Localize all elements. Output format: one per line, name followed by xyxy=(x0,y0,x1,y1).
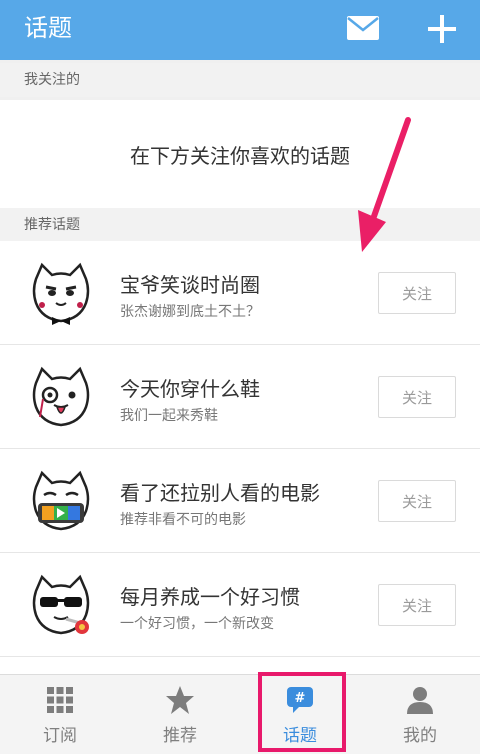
topic-bubble-icon: # xyxy=(287,687,313,713)
cat-bowtie-avatar-icon xyxy=(32,262,90,325)
topic-description: 一个好习惯，一个新改变 xyxy=(120,616,274,632)
page-title: 话题 xyxy=(24,14,72,42)
follow-button[interactable]: 关注 xyxy=(378,480,456,522)
topic-row[interactable]: 看了还拉别人看的电影 推荐非看不可的电影 关注 xyxy=(0,449,480,553)
tab-recommend[interactable]: 推荐 xyxy=(120,675,240,754)
topic-description: 推荐非看不可的电影 xyxy=(120,512,246,528)
topic-name: 看了还拉别人看的电影 xyxy=(120,481,320,505)
annotation-arrow-icon xyxy=(358,117,411,252)
star-icon xyxy=(166,686,194,714)
tab-mine[interactable]: 我的 xyxy=(360,675,480,754)
follow-button[interactable]: 关注 xyxy=(378,584,456,626)
cat-sunglasses-avatar-icon xyxy=(32,574,90,635)
tab-label: 我的 xyxy=(403,726,437,746)
follow-button[interactable]: 关注 xyxy=(378,272,456,314)
topic-row[interactable]: 每月养成一个好习惯 一个好习惯，一个新改变 关注 xyxy=(0,553,480,657)
topic-row[interactable]: 今天你穿什么鞋 我们一起来秀鞋 关注 xyxy=(0,345,480,449)
tab-topics[interactable]: # 话题 xyxy=(240,675,360,754)
tab-label: 推荐 xyxy=(163,726,197,746)
svg-text:#: # xyxy=(295,691,306,706)
following-section-header: 我关注的 xyxy=(0,63,480,97)
topic-description: 我们一起来秀鞋 xyxy=(120,408,218,424)
topic-list: 宝爷笑谈时尚圈 张杰谢娜到底土不土？ 关注 今天你穿什么鞋 我们一起来秀鞋 关注 xyxy=(0,241,480,677)
tab-label: 话题 xyxy=(283,726,317,746)
mail-icon[interactable] xyxy=(346,14,380,44)
plus-icon[interactable] xyxy=(426,13,458,45)
top-bar: 话题 xyxy=(0,0,480,60)
topic-name: 今天你穿什么鞋 xyxy=(120,377,260,401)
cat-monocle-avatar-icon xyxy=(32,366,90,427)
topic-name: 宝爷笑谈时尚圈 xyxy=(120,273,260,297)
topic-description: 张杰谢娜到底土不土？ xyxy=(120,304,260,320)
tab-label: 订阅 xyxy=(43,726,77,746)
cat-play-avatar-icon xyxy=(32,470,90,531)
grid-icon xyxy=(47,687,73,713)
topic-name: 每月养成一个好习惯 xyxy=(120,585,300,609)
person-icon xyxy=(407,687,433,714)
follow-button[interactable]: 关注 xyxy=(378,376,456,418)
bottom-tab-bar: 订阅 推荐 # 话题 我的 xyxy=(0,674,480,754)
tab-subscribe[interactable]: 订阅 xyxy=(0,675,120,754)
